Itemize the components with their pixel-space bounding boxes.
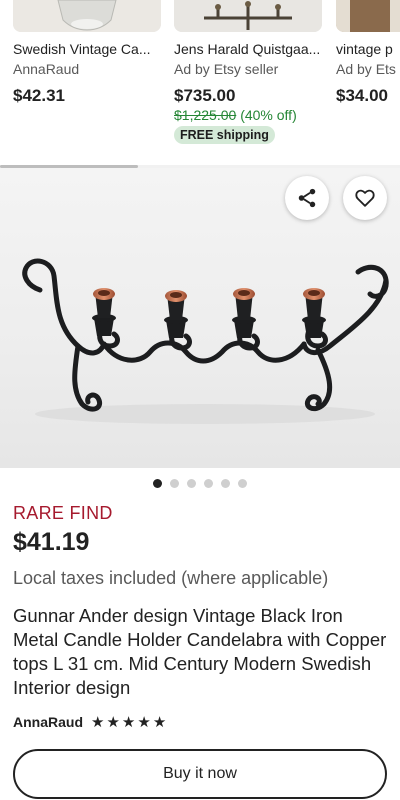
glass-candle-holder-image bbox=[13, 0, 161, 32]
listing-thumbnail[interactable] bbox=[13, 0, 161, 32]
listing-price: $735.00 bbox=[174, 86, 236, 105]
listing-price: $42.31 bbox=[13, 86, 65, 105]
tax-note: Local taxes included (where applicable) bbox=[13, 568, 329, 588]
candle-cups bbox=[92, 288, 326, 338]
listing-price: $34.00 bbox=[336, 86, 388, 105]
listing-title[interactable]: Swedish Vintage Ca... bbox=[13, 41, 163, 57]
brass-candelabra-image bbox=[174, 0, 322, 32]
star-icon: ★ bbox=[152, 713, 167, 731]
image-dot-6[interactable] bbox=[238, 479, 247, 488]
heart-icon bbox=[355, 189, 375, 207]
buy-it-now-button[interactable]: Buy it now bbox=[13, 749, 387, 799]
image-dot-4[interactable] bbox=[204, 479, 213, 488]
seller-name[interactable]: AnnaRaud bbox=[13, 714, 83, 730]
listing-thumbnail[interactable] bbox=[174, 0, 322, 32]
star-rating: ★ ★ ★ ★ ★ bbox=[91, 715, 166, 730]
image-dot-1[interactable] bbox=[153, 479, 162, 488]
listing-main-image[interactable] bbox=[0, 168, 400, 468]
seller-rating-row[interactable]: AnnaRaud ★ ★ ★ ★ ★ bbox=[13, 714, 166, 730]
discount-percent: (40% off) bbox=[240, 107, 297, 123]
related-listing-card[interactable]: vintage p Ad by Ets $34.00 bbox=[336, 0, 400, 105]
star-icon: ★ bbox=[91, 713, 105, 731]
seller-name: Ad by Etsy seller bbox=[174, 61, 279, 77]
star-icon: ★ bbox=[121, 713, 136, 731]
listing-title[interactable]: Jens Harald Quistgaa... bbox=[174, 41, 324, 57]
star-icon: ★ bbox=[106, 713, 120, 731]
image-pagination-dots[interactable] bbox=[0, 479, 400, 488]
original-price-discount: $1,225.00 (40% off) bbox=[174, 107, 297, 123]
related-listings-carousel[interactable]: Swedish Vintage Ca... AnnaRaud $42.31 Je… bbox=[0, 0, 400, 172]
seller-name: Ad by Ets bbox=[336, 61, 396, 77]
listing-title: Gunnar Ander design Vintage Black Iron M… bbox=[13, 605, 387, 698]
image-dot-2[interactable] bbox=[170, 479, 179, 488]
favorite-button[interactable] bbox=[343, 176, 387, 220]
related-listing-card[interactable]: Jens Harald Quistgaa... Ad by Etsy selle… bbox=[174, 0, 326, 144]
rare-find-badge: RARE FIND bbox=[13, 503, 113, 523]
share-button[interactable] bbox=[285, 176, 329, 220]
original-price: $1,225.00 bbox=[174, 107, 237, 123]
vintage-item-image bbox=[336, 0, 400, 32]
listing-thumbnail[interactable] bbox=[336, 0, 400, 32]
related-listing-card[interactable]: Swedish Vintage Ca... AnnaRaud $42.31 bbox=[13, 0, 165, 105]
free-shipping-badge: FREE shipping bbox=[174, 126, 275, 144]
listing-price: $41.19 bbox=[13, 528, 90, 556]
image-dot-3[interactable] bbox=[187, 479, 196, 488]
candelabra-photo bbox=[22, 258, 389, 424]
seller-name: AnnaRaud bbox=[13, 61, 80, 77]
image-dot-5[interactable] bbox=[221, 479, 230, 488]
star-icon: ★ bbox=[137, 713, 151, 731]
share-icon bbox=[298, 188, 316, 208]
listing-title[interactable]: vintage p bbox=[336, 41, 400, 57]
